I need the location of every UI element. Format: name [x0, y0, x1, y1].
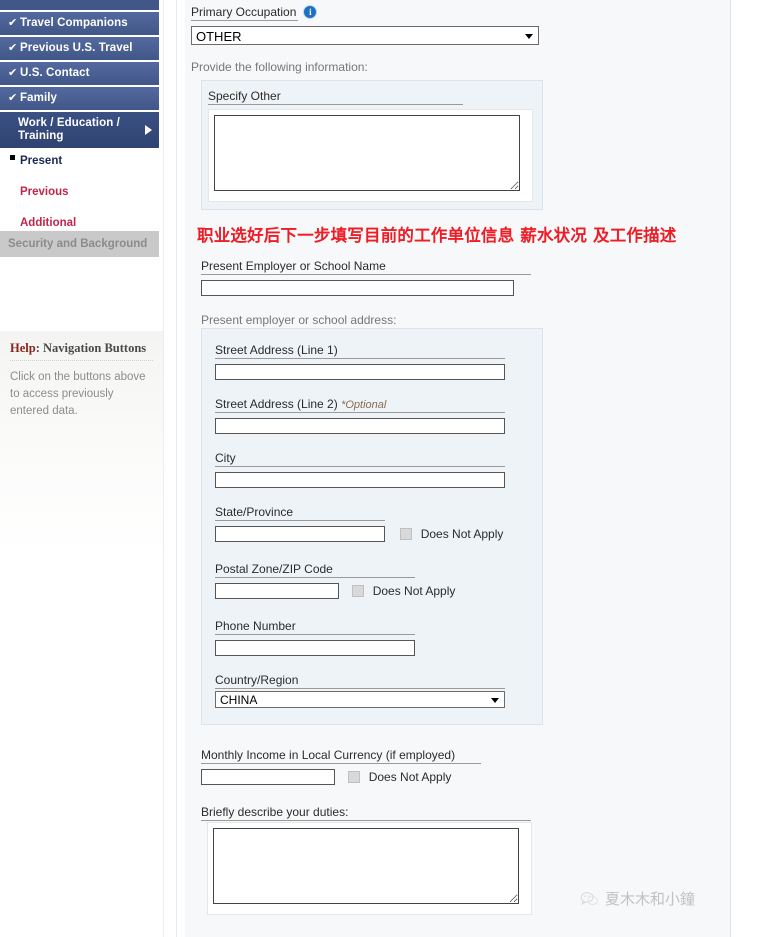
street2-label: Street Address (Line 2) *Optional	[215, 397, 505, 413]
sidebar: ✔ Travel Companions ✔ Previous U.S. Travel…	[0, 0, 177, 937]
street1-input[interactable]	[215, 364, 505, 380]
provide-info-text: Provide the following information:	[191, 60, 368, 74]
wechat-icon	[580, 891, 599, 907]
sidebar-item-us-contact[interactable]: ✔ U.S. Contact	[0, 62, 159, 85]
check-icon: ✔	[8, 17, 18, 29]
sidebar-item-present[interactable]: Present	[0, 149, 159, 173]
sidebar-item-security-and-background: Security and Background	[0, 231, 159, 257]
check-icon: ✔	[8, 67, 18, 79]
phone-group: Phone Number	[215, 619, 515, 656]
postal-code-does-not-apply-checkbox[interactable]	[352, 585, 365, 597]
sidebar-subnav: Present Previous Additional	[0, 149, 159, 235]
monthly-income-label: Monthly Income in Local Currency (if emp…	[201, 748, 481, 764]
sidebar-item-label: Additional	[20, 217, 77, 229]
content-left-edge	[176, 0, 177, 937]
page-root: ✔ Travel Companions ✔ Previous U.S. Travel…	[0, 0, 762, 937]
phone-input[interactable]	[215, 640, 415, 656]
specify-other-panel: Specify Other	[201, 80, 543, 210]
primary-occupation-select[interactable]: OTHER	[191, 26, 539, 45]
sidebar-item-work-education-training[interactable]: Work / Education / Training	[0, 112, 159, 148]
sidebar-item-previous[interactable]: Previous	[0, 173, 159, 204]
city-input[interactable]	[215, 472, 505, 488]
monthly-income-does-not-apply-checkbox[interactable]	[348, 771, 361, 783]
city-group: City	[215, 451, 505, 488]
duties-label: Briefly describe your duties:	[201, 805, 531, 821]
monthly-income-does-not-apply-label: Does Not Apply	[368, 770, 452, 784]
sidebar-item-label: U.S. Contact	[20, 67, 90, 79]
primary-occupation-group: Primary Occupation i OTHER	[191, 5, 539, 45]
check-icon: ✔	[8, 92, 18, 104]
sidebar-nav: ✔ Travel Companions ✔ Previous U.S. Travel…	[0, 0, 159, 150]
monthly-income-input[interactable]	[201, 769, 335, 785]
address-panel: Street Address (Line 1) Street Address (…	[201, 328, 543, 725]
duties-textarea[interactable]	[213, 828, 519, 904]
info-icon[interactable]: i	[303, 5, 318, 19]
street2-group: Street Address (Line 2) *Optional	[215, 397, 505, 434]
form-content: Primary Occupation i OTHER Provide the f…	[185, 0, 730, 937]
employer-name-input[interactable]	[201, 280, 514, 296]
sidebar-item-travel-companions[interactable]: ✔ Travel Companions	[0, 12, 159, 35]
postal-code-group: Postal Zone/ZIP Code Does Not Apply	[215, 562, 515, 599]
sidebar-item-label: Security and Background	[8, 238, 148, 250]
sidebar-item-label: Previous	[20, 186, 69, 198]
specify-other-label: Specify Other	[208, 89, 463, 105]
employer-name-group: Present Employer or School Name	[201, 259, 531, 296]
sidebar-item-label: Family	[20, 92, 58, 104]
postal-code-does-not-apply-label: Does Not Apply	[372, 584, 456, 598]
employer-name-label: Present Employer or School Name	[201, 259, 531, 275]
check-icon: ✔	[8, 42, 18, 54]
page-right-margin	[731, 0, 762, 937]
sidebar-item-label: Travel Companions	[20, 17, 128, 29]
sidebar-item-family[interactable]: ✔ Family	[0, 87, 159, 110]
specify-other-textarea[interactable]	[214, 115, 520, 191]
city-label: City	[215, 451, 505, 467]
postal-code-label: Postal Zone/ZIP Code	[215, 562, 415, 578]
duties-group: Briefly describe your duties:	[201, 805, 543, 823]
sidebar-item-previous-us-travel[interactable]: ✔ Previous U.S. Travel	[0, 37, 159, 60]
help-title-highlight: Help	[10, 341, 36, 355]
chevron-right-icon	[145, 125, 152, 135]
help-title-rest: : Navigation Buttons	[35, 341, 147, 355]
country-label: Country/Region	[215, 673, 505, 689]
state-province-group: State/Province Does Not Apply	[215, 505, 515, 542]
watermark: 夏木木和小鐘	[580, 888, 695, 909]
country-group: Country/Region CHINA	[215, 673, 505, 708]
duties-panel	[207, 822, 532, 915]
sidebar-edge	[163, 0, 164, 937]
sidebar-item-label: Present	[20, 155, 63, 167]
watermark-text: 夏木木和小鐘	[605, 890, 696, 908]
help-title: Help: Navigation Buttons	[0, 331, 163, 356]
state-province-does-not-apply-checkbox[interactable]	[400, 528, 413, 540]
primary-occupation-label: Primary Occupation	[191, 5, 299, 21]
annotation-note: 职业选好后下一步填写目前的工作单位信息 薪水状况 及工作描述	[197, 226, 677, 245]
sidebar-item-label: Previous U.S. Travel	[20, 42, 133, 54]
sidebar-item-partial-top[interactable]	[0, 0, 159, 10]
state-province-label: State/Province	[215, 505, 385, 521]
country-select[interactable]: CHINA	[215, 691, 505, 708]
street1-label: Street Address (Line 1)	[215, 343, 505, 359]
street2-input[interactable]	[215, 418, 505, 434]
bullet-icon	[10, 155, 15, 160]
help-body-text: Click on the buttons above to access pre…	[10, 371, 146, 417]
state-province-input[interactable]	[215, 526, 385, 542]
postal-code-input[interactable]	[215, 583, 339, 599]
street1-group: Street Address (Line 1)	[215, 343, 505, 380]
label-text: Primary Occupation	[191, 5, 297, 19]
street2-optional-tag: *Optional	[341, 399, 387, 411]
phone-label: Phone Number	[215, 619, 415, 635]
state-province-does-not-apply-label: Does Not Apply	[420, 527, 504, 541]
label-text: Street Address (Line 2)	[215, 397, 338, 411]
monthly-income-group: Monthly Income in Local Currency (if emp…	[201, 748, 531, 785]
help-panel: Help: Navigation Buttons Click on the bu…	[0, 331, 163, 556]
address-section-label: Present employer or school address:	[201, 313, 397, 327]
sidebar-item-label: Work / Education / Training	[18, 117, 120, 142]
